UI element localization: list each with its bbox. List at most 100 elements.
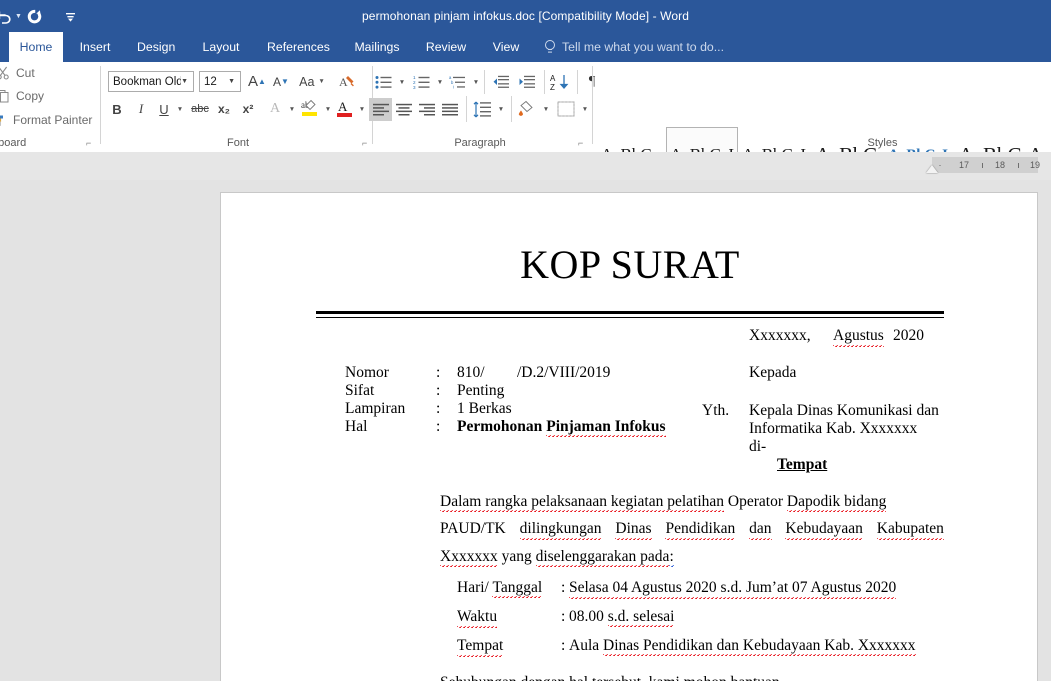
italic-button[interactable]: I <box>130 98 152 120</box>
body-text: Kabupaten <box>876 520 944 540</box>
bullets-dropdown-icon[interactable]: ▼ <box>396 71 408 93</box>
text-effects-button[interactable]: A <box>264 98 286 120</box>
clipboard-dialog-launcher[interactable]: ⌐ <box>86 138 96 148</box>
body-text: Operator <box>727 493 784 510</box>
body-text: Dapodik bidang <box>786 493 887 512</box>
sort-icon[interactable]: AZ <box>548 70 572 94</box>
shrink-font-button[interactable]: A ▼ <box>270 71 292 92</box>
shading-dropdown-icon[interactable]: ▼ <box>540 98 552 120</box>
field-value-nomor: 810/ <box>457 364 485 381</box>
field-value-hal: Permohonan Pinjaman Infokus <box>457 418 666 437</box>
chevron-down-icon[interactable]: ▼ <box>181 78 193 85</box>
align-left-icon[interactable] <box>369 98 392 121</box>
document-canvas[interactable]: KOP SURAT Xxxxxxx, Agustus 2020 Nomor : … <box>0 180 1051 681</box>
ruler[interactable]: 2 1 1 2 3 4 5 6 7 8 9 10 11 12 13 14 <box>0 152 1051 331</box>
tab-home[interactable]: Home <box>9 32 63 62</box>
date-month: Agustus <box>833 327 884 347</box>
tab-design[interactable]: Design <box>128 32 184 62</box>
addressee-line1: Kepala Dinas Komunikasi dan <box>749 402 939 419</box>
date-place: Xxxxxxx, <box>749 327 811 345</box>
date-year: 2020 <box>893 327 924 344</box>
increase-indent-icon[interactable] <box>515 71 539 93</box>
addressee-yth: Yth. <box>702 402 730 419</box>
justify-icon[interactable] <box>438 98 461 121</box>
detail-value-tempat: Aula Dinas Pendidikan dan Kebudayaan Kab… <box>569 637 916 656</box>
change-case-button[interactable]: Aa ▼ <box>296 71 328 92</box>
font-name-combo[interactable]: Bookman Old ▼ <box>108 71 194 92</box>
subscript-button[interactable]: x₂ <box>212 98 236 120</box>
grow-font-label: A <box>248 73 259 90</box>
font-color-dropdown-icon[interactable]: ▼ <box>356 98 368 120</box>
shading-icon[interactable] <box>515 97 539 121</box>
strikethrough-button[interactable]: abc <box>188 98 212 120</box>
cut-label: Cut <box>16 66 35 80</box>
tab-mailings[interactable]: Mailings <box>344 32 410 62</box>
align-right-icon[interactable] <box>415 98 438 121</box>
numbering-dropdown-icon[interactable]: ▼ <box>434 71 446 93</box>
svg-text:A: A <box>550 74 556 83</box>
underline-button[interactable]: U <box>154 98 174 120</box>
separator <box>484 70 485 94</box>
separator <box>592 66 593 144</box>
tab-view[interactable]: View <box>483 32 529 62</box>
format-painter-icon <box>0 113 7 127</box>
bold-button[interactable]: B <box>106 98 128 120</box>
document-content[interactable]: KOP SURAT Xxxxxxx, Agustus 2020 Nomor : … <box>221 193 1037 681</box>
decrease-indent-icon[interactable] <box>489 71 513 93</box>
highlight-dropdown-icon[interactable]: ▼ <box>322 98 334 120</box>
change-case-label: Aa <box>299 74 315 89</box>
body-text: dan <box>749 520 772 540</box>
tab-layout[interactable]: Layout <box>192 32 250 62</box>
superscript-button[interactable]: x² <box>236 98 260 120</box>
font-dialog-launcher[interactable]: ⌐ <box>362 138 372 148</box>
ribbon: Cut Copy Format Painter pboard ⌐ Bookman… <box>0 62 1051 195</box>
align-center-icon[interactable] <box>392 98 415 121</box>
detail-label-waktu: Waktu <box>457 608 498 628</box>
body-line-next-clipped: Sehubungan dengan hal tersebut, kami moh… <box>440 674 780 681</box>
tab-review[interactable]: Review <box>416 32 476 62</box>
cut-button[interactable]: Cut <box>0 66 35 80</box>
svg-text:i: i <box>453 84 454 89</box>
document-page[interactable]: KOP SURAT Xxxxxxx, Agustus 2020 Nomor : … <box>220 192 1038 681</box>
body-text: diselenggarakan pada <box>535 548 670 567</box>
tell-me-label: Tell me what you want to do... <box>562 40 724 54</box>
font-size-combo[interactable]: 12 ▼ <box>199 71 241 92</box>
body-text: Pendidikan <box>665 520 736 540</box>
detail-label-tempat: Tempat <box>457 637 504 657</box>
scissors-icon <box>0 66 10 80</box>
numbering-icon[interactable]: 123 <box>410 71 434 93</box>
font-color-icon[interactable]: A <box>334 96 356 120</box>
borders-dropdown-icon[interactable]: ▼ <box>579 98 591 120</box>
paragraph-dialog-launcher[interactable]: ⌐ <box>578 138 588 148</box>
body-line-2: PAUD/TK dilingkungan Dinas Pendidikan da… <box>440 520 944 540</box>
ruler-tick: 19 <box>1029 160 1040 170</box>
text-effects-dropdown-icon[interactable]: ▼ <box>286 98 298 120</box>
format-painter-button[interactable]: Format Painter <box>0 113 92 127</box>
tab-references[interactable]: References <box>258 32 338 62</box>
underline-dropdown-icon[interactable]: ▼ <box>174 98 186 120</box>
svg-text:A: A <box>338 99 348 114</box>
font-name-value: Bookman Old <box>113 75 182 88</box>
copy-button[interactable]: Copy <box>0 89 44 103</box>
header-divider <box>316 311 944 318</box>
separator <box>577 70 578 94</box>
addressee-tempat: Tempat <box>777 456 828 473</box>
tab-insert[interactable]: Insert <box>70 32 120 62</box>
multilevel-list-icon[interactable]: abi <box>446 71 470 93</box>
body-text: yang <box>501 548 532 565</box>
right-indent-marker[interactable] <box>926 165 938 173</box>
group-label-styles: Styles <box>867 137 898 149</box>
copy-icon <box>0 89 10 103</box>
body-line-3: Xxxxxxx yang diselenggarakan pada: <box>440 548 674 567</box>
chevron-down-icon[interactable]: ▼ <box>228 78 240 85</box>
clear-formatting-icon[interactable]: A <box>336 71 358 92</box>
highlight-color-icon[interactable]: ab <box>298 96 322 120</box>
bullets-icon[interactable] <box>372 71 396 93</box>
multilevel-dropdown-icon[interactable]: ▼ <box>470 71 482 93</box>
grow-font-button[interactable]: A ▲ <box>246 71 268 92</box>
borders-icon[interactable] <box>554 97 578 121</box>
line-spacing-icon[interactable] <box>470 97 494 121</box>
tell-me-search[interactable]: Tell me what you want to do... <box>544 32 724 62</box>
line-spacing-dropdown-icon[interactable]: ▼ <box>495 98 507 120</box>
shrink-font-label: A <box>273 74 282 89</box>
